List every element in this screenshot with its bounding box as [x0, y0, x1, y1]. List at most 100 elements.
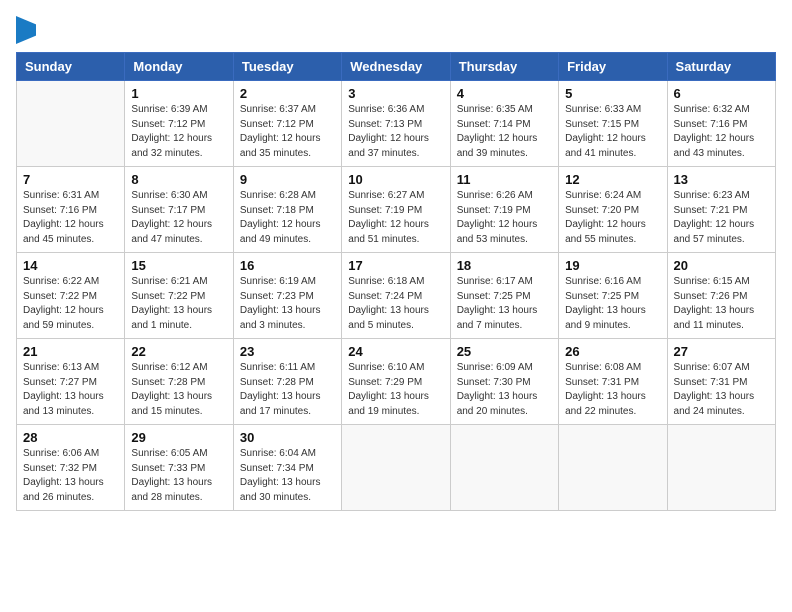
- day-info: Sunrise: 6:23 AM Sunset: 7:21 PM Dayligh…: [674, 189, 769, 247]
- col-header-monday: Monday: [125, 53, 233, 81]
- calendar-cell: 15 Sunrise: 6:21 AM Sunset: 7:22 PM Dayli…: [125, 253, 233, 339]
- day-info: Sunrise: 6:22 AM Sunset: 7:22 PM Dayligh…: [23, 275, 118, 333]
- day-info: Sunrise: 6:28 AM Sunset: 7:18 PM Dayligh…: [240, 189, 335, 247]
- calendar-cell: 29Sunrise: 6:05 AM Sunset: 7:33 PM Dayli…: [125, 425, 233, 511]
- day-info: Sunrise: 6:30 AM Sunset: 7:17 PM Dayligh…: [131, 189, 226, 247]
- col-header-friday: Friday: [559, 53, 667, 81]
- calendar-cell: 26 Sunrise: 6:08 AM Sunset: 7:31 PM Dayli…: [559, 339, 667, 425]
- calendar-cell: 20 Sunrise: 6:15 AM Sunset: 7:26 PM Dayli…: [667, 253, 775, 339]
- calendar-cell: 9 Sunrise: 6:28 AM Sunset: 7:18 PM Daylig…: [233, 167, 341, 253]
- day-number: 26: [565, 344, 660, 359]
- day-number: 16: [240, 258, 335, 273]
- calendar-week-2: 7 Sunrise: 6:31 AM Sunset: 7:16 PM Daylig…: [17, 167, 776, 253]
- day-info: Sunrise: 6:04 AM Sunset: 7:34 PM Dayligh…: [240, 447, 335, 505]
- day-info: Sunrise: 6:11 AM Sunset: 7:28 PM Dayligh…: [240, 361, 335, 419]
- day-info: Sunrise: 6:35 AM Sunset: 7:14 PM Dayligh…: [457, 103, 552, 161]
- day-number: 12: [565, 172, 660, 187]
- day-number: 22: [131, 344, 226, 359]
- col-header-sunday: Sunday: [17, 53, 125, 81]
- day-info: Sunrise: 6:39 AM Sunset: 7:12 PM Dayligh…: [131, 103, 226, 161]
- calendar-cell: 18 Sunrise: 6:17 AM Sunset: 7:25 PM Dayli…: [450, 253, 558, 339]
- calendar-cell: 22 Sunrise: 6:12 AM Sunset: 7:28 PM Dayli…: [125, 339, 233, 425]
- calendar-cell: 8 Sunrise: 6:30 AM Sunset: 7:17 PM Daylig…: [125, 167, 233, 253]
- day-number: 30: [240, 430, 335, 445]
- calendar-cell: [342, 425, 450, 511]
- calendar-cell: 30 Sunrise: 6:04 AM Sunset: 7:34 PM Dayli…: [233, 425, 341, 511]
- calendar-cell: 24Sunrise: 6:10 AM Sunset: 7:29 PM Dayli…: [342, 339, 450, 425]
- calendar-week-4: 21 Sunrise: 6:13 AM Sunset: 7:27 PM Dayli…: [17, 339, 776, 425]
- calendar-cell: 19 Sunrise: 6:16 AM Sunset: 7:25 PM Dayli…: [559, 253, 667, 339]
- day-info: Sunrise: 6:16 AM Sunset: 7:25 PM Dayligh…: [565, 275, 660, 333]
- calendar-week-3: 14 Sunrise: 6:22 AM Sunset: 7:22 PM Dayli…: [17, 253, 776, 339]
- calendar-cell: 6 Sunrise: 6:32 AM Sunset: 7:16 PM Daylig…: [667, 81, 775, 167]
- day-number: 2: [240, 86, 335, 101]
- day-info: Sunrise: 6:18 AM Sunset: 7:24 PM Dayligh…: [348, 275, 443, 333]
- day-info: Sunrise: 6:09 AM Sunset: 7:30 PM Dayligh…: [457, 361, 552, 419]
- day-number: 23: [240, 344, 335, 359]
- day-info: Sunrise: 6:31 AM Sunset: 7:16 PM Dayligh…: [23, 189, 118, 247]
- day-number: 15: [131, 258, 226, 273]
- calendar-cell: 7 Sunrise: 6:31 AM Sunset: 7:16 PM Daylig…: [17, 167, 125, 253]
- calendar-cell: 1 Sunrise: 6:39 AM Sunset: 7:12 PM Daylig…: [125, 81, 233, 167]
- calendar-cell: 21 Sunrise: 6:13 AM Sunset: 7:27 PM Dayli…: [17, 339, 125, 425]
- day-number: 11: [457, 172, 552, 187]
- calendar-cell: 28Sunrise: 6:06 AM Sunset: 7:32 PM Dayli…: [17, 425, 125, 511]
- day-info: Sunrise: 6:08 AM Sunset: 7:31 PM Dayligh…: [565, 361, 660, 419]
- day-info: Sunrise: 6:15 AM Sunset: 7:26 PM Dayligh…: [674, 275, 769, 333]
- logo: [16, 16, 40, 44]
- day-info: Sunrise: 6:21 AM Sunset: 7:22 PM Dayligh…: [131, 275, 226, 333]
- day-info: Sunrise: 6:37 AM Sunset: 7:12 PM Dayligh…: [240, 103, 335, 161]
- calendar: SundayMondayTuesdayWednesdayThursdayFrid…: [16, 52, 776, 511]
- day-number: 18: [457, 258, 552, 273]
- day-info: Sunrise: 6:24 AM Sunset: 7:20 PM Dayligh…: [565, 189, 660, 247]
- col-header-saturday: Saturday: [667, 53, 775, 81]
- day-info: Sunrise: 6:19 AM Sunset: 7:23 PM Dayligh…: [240, 275, 335, 333]
- day-number: 7: [23, 172, 118, 187]
- calendar-cell: [450, 425, 558, 511]
- col-header-thursday: Thursday: [450, 53, 558, 81]
- calendar-cell: 10Sunrise: 6:27 AM Sunset: 7:19 PM Dayli…: [342, 167, 450, 253]
- day-number: 25: [457, 344, 552, 359]
- day-number: 27: [674, 344, 769, 359]
- col-header-tuesday: Tuesday: [233, 53, 341, 81]
- day-number: 24: [348, 344, 443, 359]
- calendar-cell: 13 Sunrise: 6:23 AM Sunset: 7:21 PM Dayli…: [667, 167, 775, 253]
- calendar-cell: [559, 425, 667, 511]
- calendar-cell: 17Sunrise: 6:18 AM Sunset: 7:24 PM Dayli…: [342, 253, 450, 339]
- day-number: 3: [348, 86, 443, 101]
- calendar-week-1: 1 Sunrise: 6:39 AM Sunset: 7:12 PM Daylig…: [17, 81, 776, 167]
- calendar-cell: 11 Sunrise: 6:26 AM Sunset: 7:19 PM Dayli…: [450, 167, 558, 253]
- day-number: 9: [240, 172, 335, 187]
- day-info: Sunrise: 6:32 AM Sunset: 7:16 PM Dayligh…: [674, 103, 769, 161]
- calendar-week-5: 28Sunrise: 6:06 AM Sunset: 7:32 PM Dayli…: [17, 425, 776, 511]
- day-number: 10: [348, 172, 443, 187]
- day-number: 19: [565, 258, 660, 273]
- day-info: Sunrise: 6:33 AM Sunset: 7:15 PM Dayligh…: [565, 103, 660, 161]
- day-number: 4: [457, 86, 552, 101]
- calendar-cell: 3Sunrise: 6:36 AM Sunset: 7:13 PM Daylig…: [342, 81, 450, 167]
- calendar-cell: 5 Sunrise: 6:33 AM Sunset: 7:15 PM Daylig…: [559, 81, 667, 167]
- day-info: Sunrise: 6:05 AM Sunset: 7:33 PM Dayligh…: [131, 447, 226, 505]
- day-info: Sunrise: 6:07 AM Sunset: 7:31 PM Dayligh…: [674, 361, 769, 419]
- calendar-cell: 23 Sunrise: 6:11 AM Sunset: 7:28 PM Dayli…: [233, 339, 341, 425]
- day-info: Sunrise: 6:12 AM Sunset: 7:28 PM Dayligh…: [131, 361, 226, 419]
- day-number: 5: [565, 86, 660, 101]
- calendar-cell: 25 Sunrise: 6:09 AM Sunset: 7:30 PM Dayli…: [450, 339, 558, 425]
- calendar-cell: 14 Sunrise: 6:22 AM Sunset: 7:22 PM Dayli…: [17, 253, 125, 339]
- day-number: 6: [674, 86, 769, 101]
- calendar-cell: 4 Sunrise: 6:35 AM Sunset: 7:14 PM Daylig…: [450, 81, 558, 167]
- calendar-cell: 12 Sunrise: 6:24 AM Sunset: 7:20 PM Dayli…: [559, 167, 667, 253]
- calendar-cell: [667, 425, 775, 511]
- day-info: Sunrise: 6:17 AM Sunset: 7:25 PM Dayligh…: [457, 275, 552, 333]
- day-number: 13: [674, 172, 769, 187]
- day-info: Sunrise: 6:13 AM Sunset: 7:27 PM Dayligh…: [23, 361, 118, 419]
- calendar-cell: 27 Sunrise: 6:07 AM Sunset: 7:31 PM Dayli…: [667, 339, 775, 425]
- day-number: 8: [131, 172, 226, 187]
- day-number: 14: [23, 258, 118, 273]
- calendar-cell: [17, 81, 125, 167]
- day-number: 1: [131, 86, 226, 101]
- day-number: 20: [674, 258, 769, 273]
- header: [16, 16, 776, 44]
- day-number: 21: [23, 344, 118, 359]
- day-info: Sunrise: 6:26 AM Sunset: 7:19 PM Dayligh…: [457, 189, 552, 247]
